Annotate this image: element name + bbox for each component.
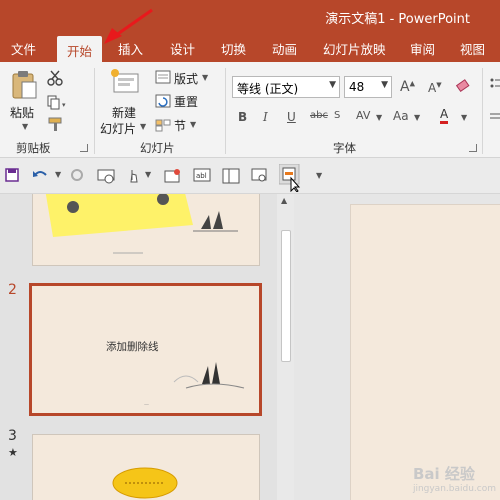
svg-text:abl: abl [196,172,207,180]
chevron-down-icon: ▼ [329,80,336,90]
slide-thumbnail-1[interactable] [32,194,260,266]
slide-number: 2 [8,282,17,298]
slide-1-artwork [45,194,238,254]
title-bar: 演示文稿1 - PowerPoint [0,0,500,34]
tab-animations[interactable]: 动画 [272,39,297,58]
shrink-font-icon[interactable]: A▼ [428,81,442,95]
slide-number: 3 [8,428,17,444]
font-group-label: 字体 [333,141,356,155]
chevron-down-icon[interactable]: ▼ [376,113,382,122]
tab-file[interactable]: 文件 [11,39,36,58]
layout-label[interactable]: 版式 [174,70,198,87]
section-label[interactable]: 节 [174,117,186,134]
grow-font-icon[interactable]: A▲ [400,79,415,95]
layout-icon[interactable] [155,70,171,84]
group-separator [225,68,226,154]
scroll-thumb[interactable] [281,230,291,362]
reset-icon[interactable] [155,94,171,108]
paste-dropdown-icon[interactable]: ▼ [22,122,28,131]
group-separator [94,68,95,154]
paragraph-icon[interactable] [488,74,500,134]
new-slide-dropdown-icon[interactable]: ▼ [140,122,146,131]
tab-home[interactable]: 开始 [57,36,103,62]
chevron-down-icon[interactable]: ▼ [145,170,151,179]
character-spacing-button[interactable]: AV [356,109,370,122]
annotation-arrow-icon [104,8,153,44]
tab-view[interactable]: 视图 [460,39,485,58]
new-slide-icon[interactable] [110,68,140,96]
font-size-value: 48 [349,80,365,94]
save-icon[interactable] [5,168,19,182]
slide-2-footer: — [144,402,149,408]
undo-icon[interactable] [32,168,52,182]
slides-group-label: 幻灯片 [140,141,175,155]
new-slide-label-2[interactable]: 幻灯片 [100,120,136,137]
textbox-icon[interactable]: abl [193,168,211,182]
slide-thumbnail-3[interactable] [32,434,260,500]
group-separator [482,68,483,154]
chevron-down-icon: ▼ [381,80,388,90]
sailboat-ink-icon [173,362,245,389]
watermark: Bai 经验 jingyan.baidu.com [413,463,496,494]
slide-editor: Bai 经验 jingyan.baidu.com [294,194,500,500]
slide-thumbnail-2[interactable]: 添加删除线 — [29,283,262,416]
font-name-combo[interactable]: 等线 (正文) ▼ [232,76,340,98]
thumbnail-scrollbar[interactable]: ▲ [277,194,294,500]
italic-button[interactable]: I [263,110,268,124]
change-case-button[interactable]: Aa [393,109,409,123]
tab-transitions[interactable]: 切换 [221,39,246,58]
preview-icon[interactable] [251,168,269,184]
format-painter-icon[interactable] [47,116,65,132]
layout-qat-icon[interactable] [222,168,240,184]
clipboard-launcher-icon[interactable] [80,144,88,152]
cut-icon[interactable] [47,70,63,86]
reset-label[interactable]: 重置 [174,93,198,110]
copy-icon[interactable]: ▾ [47,95,69,111]
font-name-value: 等线 (正文) [237,82,299,96]
window-title: 演示文稿1 - PowerPoint [325,12,470,27]
font-launcher-icon[interactable] [469,144,477,152]
svg-text:▾: ▾ [62,101,66,109]
scroll-up-icon[interactable]: ▲ [281,196,287,205]
underline-button[interactable]: U [287,110,296,124]
touch-mode-icon[interactable] [126,168,142,184]
font-color-button[interactable]: A [440,107,449,124]
clear-formatting-icon[interactable] [455,78,471,94]
tab-design[interactable]: 设计 [170,39,195,58]
text-shadow-icon[interactable]: S [334,110,340,121]
paste-label[interactable]: 粘贴 [10,104,34,121]
slideshow-icon[interactable] [97,168,115,184]
strikethrough-button[interactable]: abc [310,110,328,121]
section-dropdown-icon[interactable]: ▼ [190,120,196,129]
tab-slideshow[interactable]: 幻灯片放映 [323,39,386,58]
section-icon[interactable] [155,118,171,132]
customize-qat-icon[interactable]: ▼ [316,171,322,180]
paste-icon[interactable] [10,70,38,100]
tab-review[interactable]: 审阅 [410,39,435,58]
redo-icon[interactable] [70,168,84,182]
slide-2-title: 添加删除线 [106,341,159,353]
bold-button[interactable]: B [238,110,247,124]
clipboard-group-label: 剪贴板 [16,141,51,155]
watermark-url: jingyan.baidu.com [412,484,496,494]
slide-3-artwork [112,467,178,499]
quick-access-toolbar: ▼ ▼ abl ▼ [0,158,500,194]
chevron-down-icon[interactable]: ▼ [414,113,420,122]
chevron-down-icon[interactable]: ▼ [55,170,61,179]
new-slide-label-1[interactable]: 新建 [112,104,136,121]
ribbon-tabs: 文件 开始 插入 设计 切换 动画 幻灯片放映 审阅 视图 [0,34,500,62]
font-size-combo[interactable]: 48 ▼ [344,76,392,98]
watermark-text: Bai 经验 [412,465,475,483]
strikethrough-qat-button[interactable] [279,164,301,192]
new-slide-qat-icon[interactable] [163,168,181,184]
chevron-down-icon[interactable]: ▼ [461,113,467,122]
slide-canvas[interactable] [350,204,500,500]
slide-thumbnail-pane: 2 添加删除线 — 3 ★ [0,194,277,500]
ribbon: 粘贴 ▼ ▾ 剪贴板 新建 幻灯片 ▼ 版式 ▼ 重置 节 ▼ 幻灯片 等线 (… [0,62,500,158]
layout-dropdown-icon[interactable]: ▼ [202,73,208,82]
animation-star-icon: ★ [8,446,18,459]
